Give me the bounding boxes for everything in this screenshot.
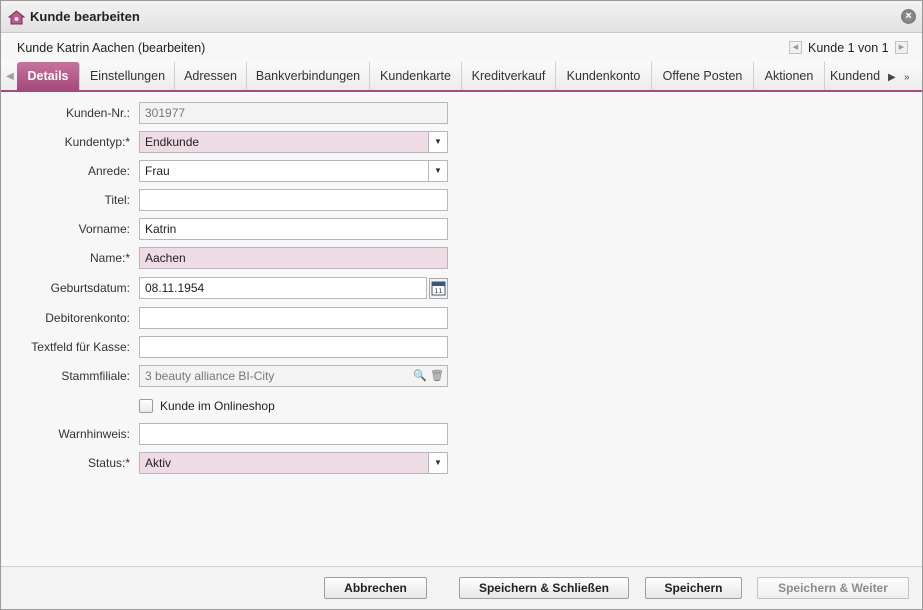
status-label: Status:* [87, 456, 130, 470]
tab-kreditverkauf[interactable]: Kreditverkauf [462, 62, 556, 90]
cash-text-label: Textfeld für Kasse: [31, 340, 130, 354]
warning-label: Warnhinweis: [58, 427, 130, 441]
edit-customer-window: Kunde bearbeiten × Kunde Katrin Aachen (… [0, 0, 923, 610]
online-shop-label[interactable]: Kunde im Onlineshop [160, 399, 275, 413]
birth-date-label: Geburtsdatum: [50, 281, 130, 295]
first-name-field[interactable]: Katrin [139, 218, 448, 240]
save-button[interactable]: Speichern [645, 577, 742, 599]
title-bar: Kunde bearbeiten × [1, 1, 922, 33]
last-name-field[interactable]: Aachen [139, 247, 448, 269]
first-name-label: Vorname: [78, 222, 130, 236]
debtor-account-label: Debitorenkonto: [45, 311, 130, 325]
debtor-account-field[interactable] [139, 307, 448, 329]
svg-text:11: 11 [435, 288, 443, 295]
tab-details[interactable]: Details [17, 62, 80, 90]
tab-bankverbindungen[interactable]: Bankverbindungen [247, 62, 370, 90]
trash-icon[interactable]: 🗑 [430, 370, 444, 382]
cancel-button[interactable]: Abbrechen [324, 577, 427, 599]
record-header: Kunde Katrin Aachen (bearbeiten) ◀ Kunde… [1, 34, 922, 62]
warning-row: Warnhinweis: [1, 423, 461, 445]
save-and-next-button: Speichern & Weiter [757, 577, 909, 599]
salutation-label: Anrede: [87, 164, 130, 178]
customer-type-select[interactable]: Endkunde ▼ [139, 131, 448, 153]
save-and-close-button[interactable]: Speichern & Schließen [459, 577, 629, 599]
next-record-icon[interactable]: ▶ [895, 41, 908, 54]
title-field[interactable] [139, 189, 448, 211]
title-label: Titel: [104, 193, 130, 207]
home-branch-value: 3 beauty alliance BI-City [145, 369, 275, 383]
tab-kundenkonto[interactable]: Kundenkonto [556, 62, 652, 90]
salutation-value: Frau [145, 164, 170, 178]
tab-bar: ◀ Details Einstellungen Adressen Bankver… [1, 62, 922, 92]
footer-bar: Abbrechen Speichern & Schließen Speicher… [1, 566, 922, 609]
tab-aktionen[interactable]: Aktionen [754, 62, 825, 90]
tab-einstellungen[interactable]: Einstellungen [81, 62, 175, 90]
calendar-icon[interactable]: 11 [429, 278, 448, 299]
title-row: Titel: [1, 189, 461, 211]
previous-record-icon[interactable]: ◀ [789, 41, 802, 54]
customer-type-label: Kundentyp:* [64, 135, 130, 149]
pager-text: Kunde 1 von 1 [808, 41, 889, 55]
customer-number-label: Kunden-Nr.: [65, 106, 130, 120]
customer-type-row: Kundentyp:* Endkunde ▼ [1, 131, 461, 153]
salutation-row: Anrede: Frau ▼ [1, 160, 461, 182]
status-select[interactable]: Aktiv ▼ [139, 452, 448, 474]
online-shop-checkbox[interactable] [139, 399, 153, 413]
first-name-row: Vorname: Katrin [1, 218, 461, 240]
window-title: Kunde bearbeiten [30, 9, 140, 24]
customer-number-row: Kunden-Nr.: 301977 [1, 102, 461, 124]
last-name-row: Name:* Aachen [1, 247, 461, 269]
chevron-down-icon[interactable]: ▼ [428, 161, 447, 181]
birth-date-field[interactable]: 08.11.1954 [139, 277, 427, 299]
salutation-select[interactable]: Frau ▼ [139, 160, 448, 182]
status-row: Status:* Aktiv ▼ [1, 452, 461, 474]
record-title: Kunde Katrin Aachen (bearbeiten) [17, 41, 206, 55]
home-branch-label: Stammfiliale: [61, 369, 130, 383]
home-branch-field[interactable]: 3 beauty alliance BI-City 🔍 🗑 [139, 365, 448, 387]
chevron-down-icon[interactable]: ▼ [428, 132, 447, 152]
details-form: Kunden-Nr.: 301977 Kundentyp:* Endkunde … [1, 94, 922, 566]
home-branch-row: Stammfiliale: 3 beauty alliance BI-City … [1, 365, 461, 387]
customer-house-icon [8, 10, 25, 25]
tab-offene-posten[interactable]: Offene Posten [652, 62, 754, 90]
debtor-account-row: Debitorenkonto: [1, 307, 461, 329]
last-name-label: Name:* [89, 251, 130, 265]
chevron-down-icon[interactable]: ▼ [428, 453, 447, 473]
search-icon[interactable]: 🔍 [413, 370, 427, 382]
customer-type-value: Endkunde [145, 135, 200, 149]
tab-adressen[interactable]: Adressen [175, 62, 247, 90]
status-value: Aktiv [145, 456, 172, 470]
tab-kundenkarte[interactable]: Kundenkarte [370, 62, 462, 90]
cash-text-field[interactable] [139, 336, 448, 358]
tab-overflow-menu-icon[interactable]: » [904, 72, 910, 83]
tab-kundendaten[interactable]: Kundend [825, 62, 885, 90]
cash-text-row: Textfeld für Kasse: [1, 336, 461, 358]
close-icon[interactable]: × [901, 9, 916, 24]
warning-field[interactable] [139, 423, 448, 445]
tab-scroll-right-icon[interactable]: ▶ [888, 72, 898, 86]
tab-scroll-left-icon[interactable]: ◀ [5, 71, 15, 85]
home-branch-tools: 🔍 🗑 [413, 369, 444, 382]
online-shop-row: Kunde im Onlineshop [139, 397, 359, 415]
birth-date-row: Geburtsdatum: 08.11.1954 11 [1, 277, 461, 299]
customer-number-field: 301977 [139, 102, 448, 124]
